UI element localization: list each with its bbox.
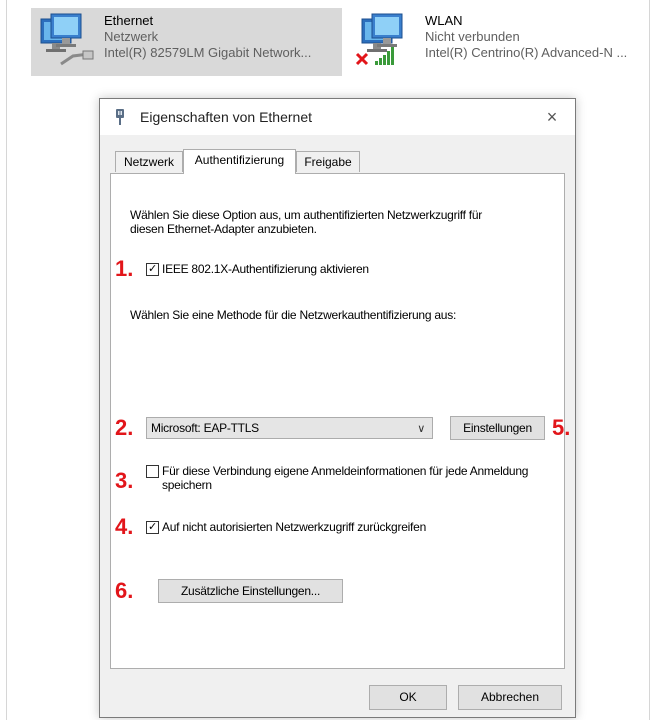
fallback-unauthorized-label: Auf nicht autorisierten Netzwerkzugriff … [162,520,426,534]
disconnected-x-icon [355,52,369,66]
dialog-titlebar[interactable]: Eigenschaften von Ethernet × [100,99,575,135]
adapter-name: WLAN [425,13,463,28]
adapter-device: Intel(R) Centrino(R) Advanced-N ... [425,45,628,60]
authentication-tab-panel: Wählen Sie diese Option aus, um authenti… [110,173,570,669]
tab-freigabe[interactable]: Freigabe [296,151,360,172]
checkmark-icon: ✓ [148,521,157,533]
annotation-1: 1. [115,256,134,281]
network-cable-icon [60,50,94,66]
ethernet-properties-dialog: Eigenschaften von Ethernet × Netzwerk Au… [99,98,576,718]
ieee-8021x-label: IEEE 802.1X-Authentifizierung aktivieren [162,262,369,276]
adapter-status: Nicht verbunden [425,29,520,44]
checkmark-icon: ✓ [148,263,157,275]
adapter-status: Netzwerk [104,29,159,44]
tab-authentifizierung[interactable]: Authentifizierung [183,149,296,174]
remember-credentials-label: Für diese Verbindung eigene Anmeldeinfor… [162,464,529,492]
annotation-4: 4. [115,514,134,539]
cancel-button[interactable]: Abbrechen [458,685,562,710]
page-border-left [6,0,7,720]
additional-settings-button[interactable]: Zusätzliche Einstellungen... [158,579,343,603]
fallback-unauthorized-checkbox[interactable]: ✓ Auf nicht autorisierten Netzwerkzugrif… [146,520,426,534]
annotation-3: 3. [115,468,134,493]
annotation-2: 2. [115,415,134,440]
remember-credentials-checkbox[interactable]: Für diese Verbindung eigene Anmeldeinfor… [146,464,536,492]
annotation-6: 6. [115,578,134,603]
dialog-title: Eigenschaften von Ethernet [140,109,313,125]
remember-credentials-checkbox-box[interactable] [146,465,159,478]
close-icon[interactable]: × [529,99,575,135]
annotation-5: 5. [552,415,571,440]
adapter-ethernet[interactable]: Ethernet Netzwerk Intel(R) 82579LM Gigab… [31,8,342,76]
ieee-8021x-checkbox-box[interactable]: ✓ [146,263,159,276]
ok-button[interactable]: OK [369,685,447,710]
tab-netzwerk[interactable]: Netzwerk [115,151,183,172]
settings-button[interactable]: Einstellungen [450,416,545,440]
auth-method-select[interactable]: Microsoft: EAP-TTLS ∨ [146,417,433,439]
intro-text: Wählen Sie diese Option aus, um authenti… [130,208,483,236]
page-border-right [649,0,650,720]
method-label: Wählen Sie eine Methode für die Netzwerk… [130,308,457,322]
wifi-signal-icon [375,47,394,65]
adapter-device: Intel(R) 82579LM Gigabit Network... [104,45,312,60]
adapter-name: Ethernet [104,13,154,28]
auth-method-value: Microsoft: EAP-TTLS [151,421,259,435]
network-plug-icon [116,109,124,125]
chevron-down-icon: ∨ [417,423,425,435]
adapter-wlan[interactable]: WLAN Nicht verbunden Intel(R) Centrino(R… [352,8,652,76]
ieee-8021x-checkbox[interactable]: ✓ IEEE 802.1X-Authentifizierung aktivier… [146,262,369,276]
fallback-unauthorized-checkbox-box[interactable]: ✓ [146,521,159,534]
